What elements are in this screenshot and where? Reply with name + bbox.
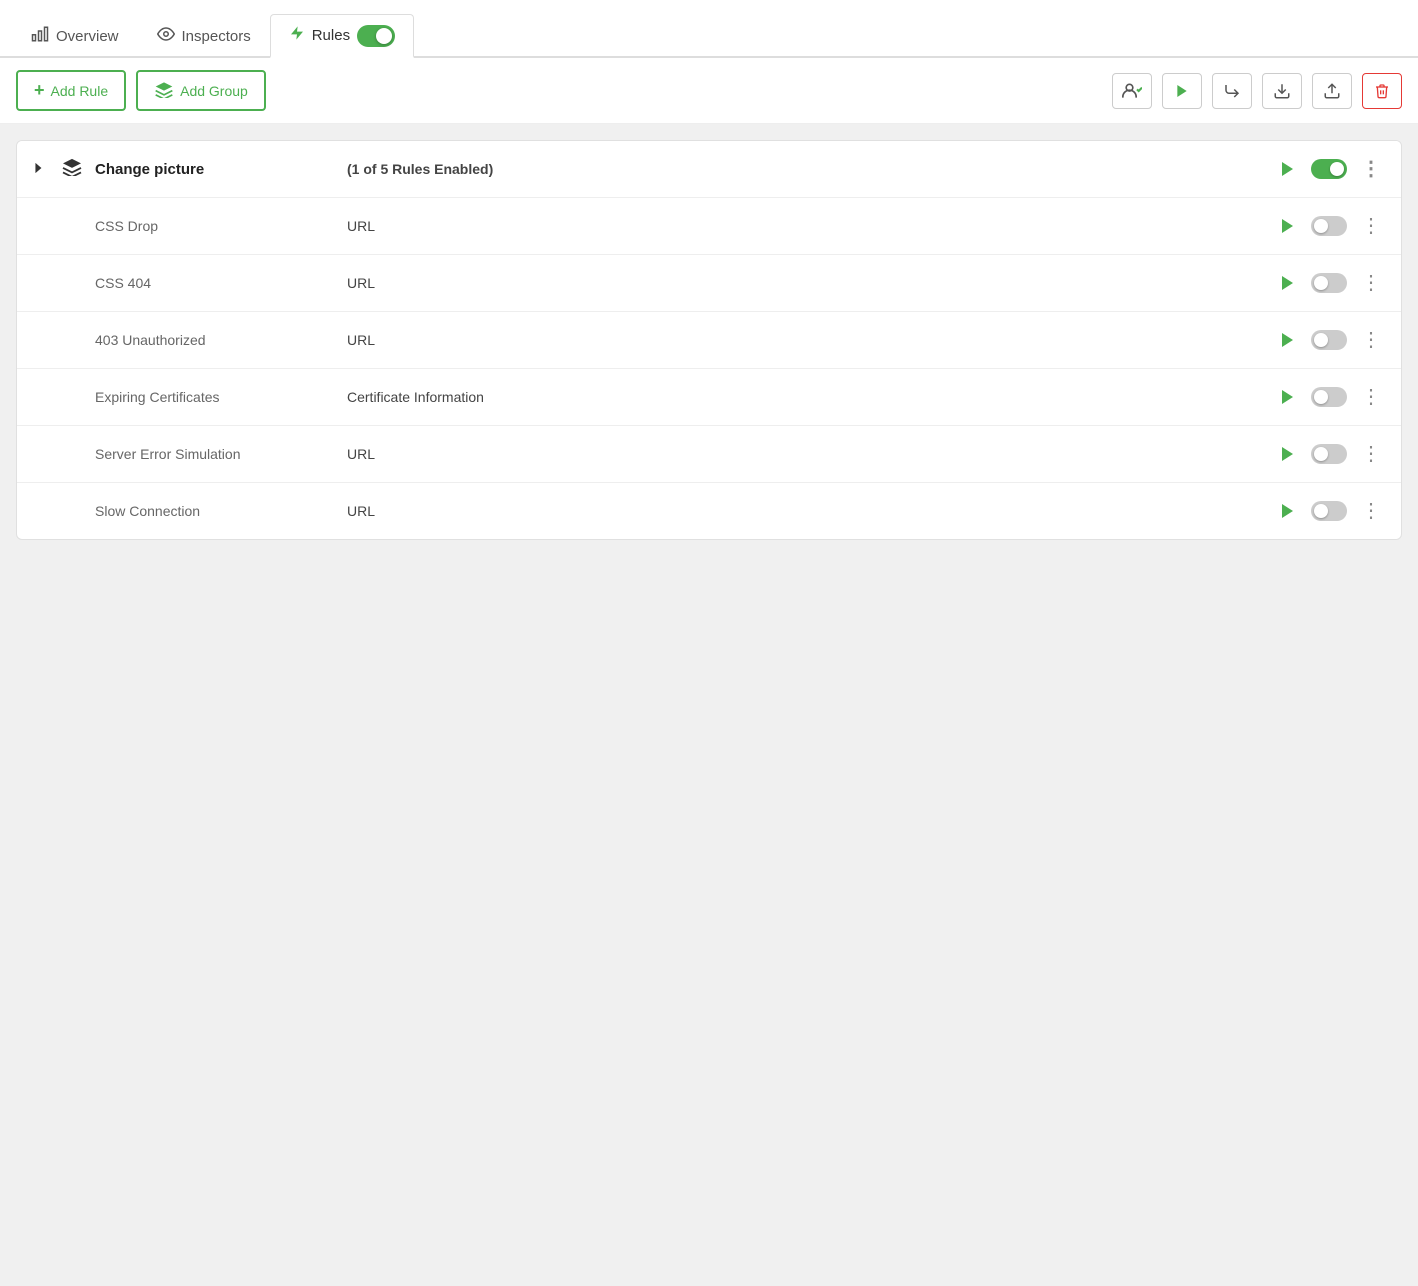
rule-toggle[interactable]	[1311, 387, 1347, 407]
rule-name: Change picture	[95, 161, 335, 178]
rule-type: Certificate Information	[347, 389, 1261, 405]
play-button[interactable]	[1273, 326, 1301, 354]
tab-inspectors-label: Inspectors	[182, 28, 251, 45]
rules-list: Change picture (1 of 5 Rules Enabled) ⋮ …	[16, 140, 1402, 540]
rule-type: URL	[347, 332, 1261, 348]
rule-toggle[interactable]	[1311, 501, 1347, 521]
rule-toggle[interactable]	[1311, 444, 1347, 464]
add-group-button[interactable]: Add Group	[136, 70, 266, 111]
layers-icon	[154, 80, 174, 101]
rule-type: URL	[347, 503, 1261, 519]
add-rule-label: Add Rule	[51, 83, 109, 99]
rule-actions: ⋮	[1273, 440, 1385, 468]
more-options-button[interactable]: ⋮	[1357, 273, 1385, 293]
manage-users-button[interactable]	[1112, 73, 1152, 109]
rule-actions: ⋮	[1273, 212, 1385, 240]
export-button[interactable]	[1312, 73, 1352, 109]
rule-type: (1 of 5 Rules Enabled)	[347, 161, 1261, 177]
rule-name: 403 Unauthorized	[95, 332, 335, 348]
rule-actions: ⋮	[1273, 383, 1385, 411]
tab-rules-label: Rules	[312, 27, 350, 44]
add-rule-button[interactable]: + Add Rule	[16, 70, 126, 111]
rule-toggle[interactable]	[1311, 159, 1347, 179]
play-button[interactable]	[1273, 440, 1301, 468]
rule-actions: ⋮	[1273, 155, 1385, 183]
table-row: 403 Unauthorized URL ⋮	[17, 312, 1401, 369]
rule-toggle[interactable]	[1311, 330, 1347, 350]
more-options-button[interactable]: ⋮	[1357, 330, 1385, 350]
chevron-right-icon[interactable]	[33, 162, 49, 177]
tab-overview-label: Overview	[56, 28, 119, 45]
table-row: Slow Connection URL ⋮	[17, 483, 1401, 539]
rule-type: URL	[347, 275, 1261, 291]
rule-name: CSS Drop	[95, 218, 335, 234]
rule-name: Expiring Certificates	[95, 389, 335, 405]
more-options-button[interactable]: ⋮	[1357, 501, 1385, 521]
more-options-button[interactable]: ⋮	[1357, 159, 1385, 179]
rule-actions: ⋮	[1273, 326, 1385, 354]
more-options-button[interactable]: ⋮	[1357, 387, 1385, 407]
table-row: Change picture (1 of 5 Rules Enabled) ⋮	[17, 141, 1401, 198]
table-row: Server Error Simulation URL ⋮	[17, 426, 1401, 483]
tab-inspectors[interactable]: Inspectors	[138, 14, 270, 58]
play-button[interactable]	[1273, 212, 1301, 240]
rule-toggle[interactable]	[1311, 273, 1347, 293]
content-area: Change picture (1 of 5 Rules Enabled) ⋮ …	[0, 124, 1418, 556]
table-row: CSS Drop URL ⋮	[17, 198, 1401, 255]
table-row: CSS 404 URL ⋮	[17, 255, 1401, 312]
import-button[interactable]	[1262, 73, 1302, 109]
play-button[interactable]	[1273, 155, 1301, 183]
plus-icon: +	[34, 80, 45, 101]
add-group-label: Add Group	[180, 83, 248, 99]
play-button[interactable]	[1273, 497, 1301, 525]
tabs-bar: Overview Inspectors Rules	[0, 0, 1418, 58]
eye-icon	[157, 25, 175, 48]
group-layers-icon	[61, 158, 83, 181]
more-options-button[interactable]: ⋮	[1357, 216, 1385, 236]
rule-toggle[interactable]	[1311, 216, 1347, 236]
lightning-icon	[289, 24, 305, 47]
table-row: Expiring Certificates Certificate Inform…	[17, 369, 1401, 426]
rule-type: URL	[347, 218, 1261, 234]
rule-name: Server Error Simulation	[95, 446, 335, 462]
rules-toggle[interactable]	[357, 25, 395, 47]
play-button[interactable]	[1273, 383, 1301, 411]
tab-rules[interactable]: Rules	[270, 14, 414, 58]
run-button[interactable]	[1162, 73, 1202, 109]
bar-chart-icon	[31, 25, 49, 48]
rule-actions: ⋮	[1273, 497, 1385, 525]
rule-name: Slow Connection	[95, 503, 335, 519]
more-options-button[interactable]: ⋮	[1357, 444, 1385, 464]
play-button[interactable]	[1273, 269, 1301, 297]
tab-overview[interactable]: Overview	[12, 14, 138, 58]
rule-name: CSS 404	[95, 275, 335, 291]
rule-actions: ⋮	[1273, 269, 1385, 297]
toolbar: + Add Rule Add Group	[0, 58, 1418, 124]
forward-button[interactable]	[1212, 73, 1252, 109]
rule-type: URL	[347, 446, 1261, 462]
delete-button[interactable]	[1362, 73, 1402, 109]
